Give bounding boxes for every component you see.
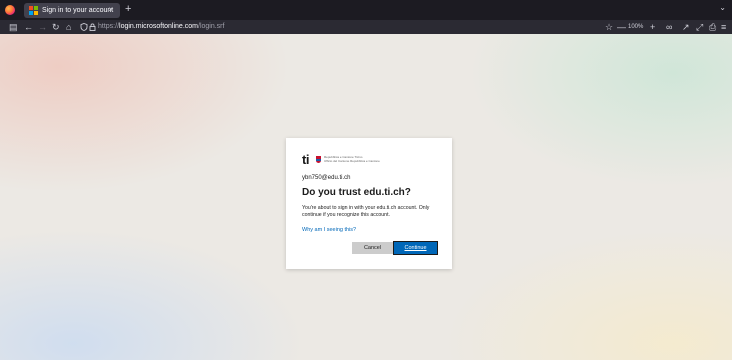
zoom-in-button[interactable]: + <box>650 21 655 33</box>
forward-button[interactable]: → <box>38 21 47 33</box>
reload-button[interactable]: ↻ <box>52 21 60 33</box>
pin-icon[interactable]: ↗ <box>682 21 690 33</box>
org-name-line2: Ufficio del Cantone Repubblica e Cantone <box>324 159 380 163</box>
url-bar[interactable]: https://login.microsoftonline.com/login.… <box>80 21 660 33</box>
dialog-heading: Do you trust edu.ti.ch? <box>302 187 411 198</box>
page-background: ti Repubblica e Cantone Ticino Ufficio d… <box>0 34 732 360</box>
org-logo-text: ti <box>302 152 309 167</box>
list-tabs-icon[interactable]: ⌄ <box>719 3 726 12</box>
account-email: ybn750@edu.ti.ch <box>302 175 351 181</box>
dialog-description: You're about to sign in with your edu.ti… <box>302 205 430 218</box>
zoom-level[interactable]: 100% <box>628 21 643 33</box>
url-text[interactable]: https://login.microsoftonline.com/login.… <box>98 21 224 33</box>
shield-crest-icon <box>316 156 321 163</box>
sidebar-icon[interactable]: ▤ <box>9 21 18 33</box>
home-button[interactable]: ⌂ <box>66 21 71 33</box>
lock-icon[interactable] <box>89 23 96 31</box>
tab-sign-in[interactable]: Sign in to your account × <box>24 3 120 18</box>
downloads-icon[interactable]: ⎙ <box>709 21 716 33</box>
tab-close-icon[interactable]: × <box>108 4 113 16</box>
new-tab-button[interactable]: + <box>125 3 131 16</box>
tab-title: Sign in to your account <box>42 7 114 14</box>
why-seeing-this-link[interactable]: Why am I seeing this? <box>302 227 356 233</box>
microsoft-favicon-icon <box>29 6 38 15</box>
zoom-out-button[interactable]: — <box>617 21 626 33</box>
navigation-bar: ▤ ← → ↻ ⌂ https://login.microsoftonline.… <box>0 20 732 34</box>
tab-strip: Sign in to your account × + ⌄ <box>0 0 732 20</box>
shield-icon[interactable] <box>80 23 88 31</box>
url-host: login.microsoftonline.com <box>119 23 198 30</box>
firefox-logo-icon[interactable] <box>5 5 15 15</box>
cancel-button[interactable]: Cancel <box>352 242 393 254</box>
back-button[interactable]: ← <box>24 21 33 33</box>
trust-dialog: ti Repubblica e Cantone Ticino Ufficio d… <box>286 138 452 269</box>
bookmark-star-icon[interactable]: ☆ <box>605 21 613 33</box>
continue-button[interactable]: Continue <box>393 241 438 255</box>
extensions-icon[interactable]: ∞ <box>666 21 672 33</box>
menu-icon[interactable]: ≡ <box>721 21 726 33</box>
expand-icon[interactable]: ⤢ <box>696 21 703 33</box>
